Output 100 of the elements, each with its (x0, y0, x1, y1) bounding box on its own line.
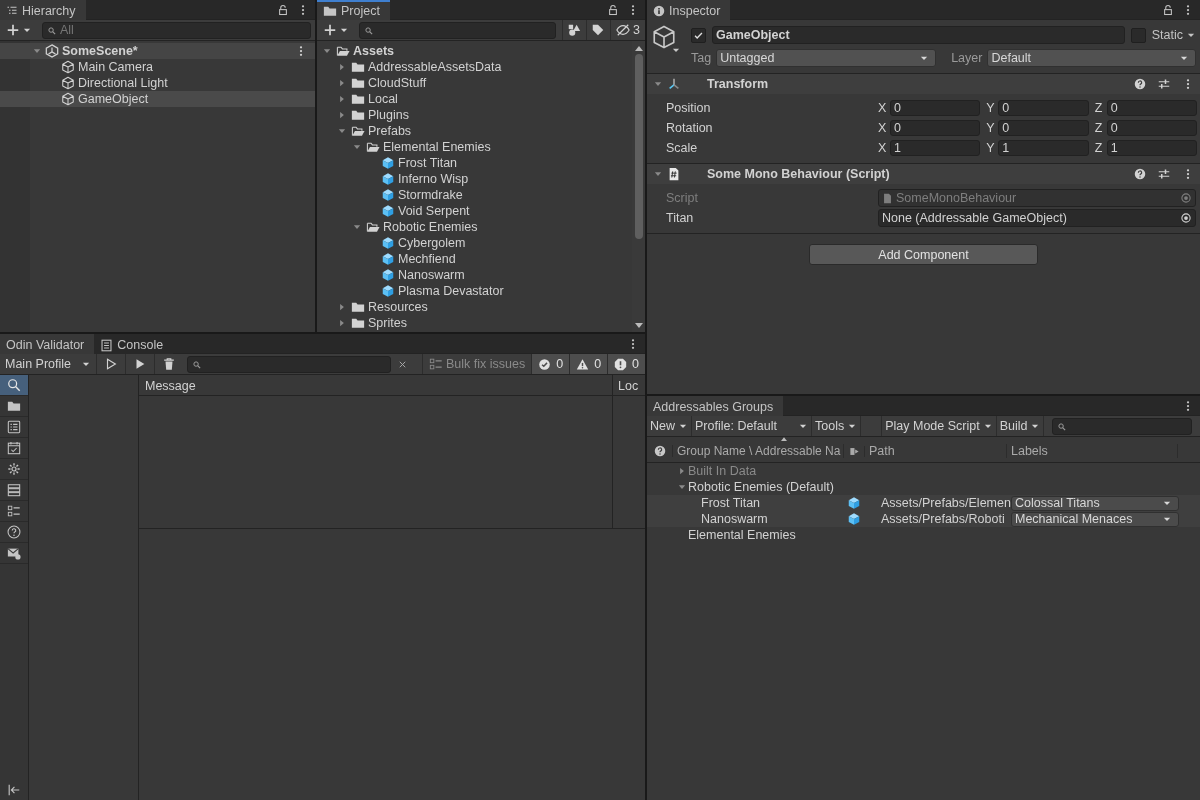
panel-tab[interactable]: Inspector (647, 0, 731, 20)
number-field[interactable]: 0 (890, 120, 981, 136)
number-field[interactable]: 1 (1106, 140, 1197, 156)
number-field[interactable]: 0 (1106, 100, 1197, 116)
column-header[interactable]: Message (139, 375, 612, 395)
tree-item[interactable]: Assets (317, 43, 632, 59)
tree-item[interactable]: Void Serpent (317, 203, 632, 219)
number-field[interactable]: 0 (998, 100, 1089, 116)
static-checkbox[interactable] (1130, 27, 1146, 43)
cube-icon (381, 204, 395, 218)
name-field[interactable]: GameObject (712, 26, 1125, 44)
search-field[interactable]: All (42, 21, 311, 39)
folder-icon (351, 92, 365, 106)
tag-dropdown[interactable]: Untagged (716, 49, 937, 67)
hierarchy-item[interactable]: Directional Light (0, 75, 315, 91)
toolbar-dropdown[interactable]: Profile: Default (692, 416, 812, 436)
help-icon[interactable] (1134, 168, 1146, 180)
number-field[interactable]: 1 (890, 140, 981, 156)
asset-path: Assets/Prefabs/Roboti (880, 512, 1006, 526)
entry-row[interactable]: Frost Titan Assets/Prefabs/Elemen Colossal Titans (647, 495, 1200, 511)
help-icon (7, 525, 21, 539)
tree-item[interactable]: Stormdrake (317, 187, 632, 203)
warning-icon (576, 357, 590, 371)
tree-item[interactable]: CloudStuff (317, 75, 632, 91)
cube-icon (381, 284, 395, 298)
sidebar-button[interactable] (0, 375, 28, 396)
tree-item[interactable]: Plasma Devastator (317, 283, 632, 299)
issue-count-toggle[interactable]: 0 (607, 354, 645, 374)
group-name[interactable]: Elemental Enemies (688, 528, 796, 542)
folder-icon (351, 76, 365, 90)
asset-type-icon (848, 445, 860, 457)
toolbar-dropdown[interactable]: Build (996, 416, 1045, 436)
tree-item[interactable]: Resources (317, 299, 632, 315)
entry-name: Frost Titan (701, 496, 761, 510)
tree-item[interactable]: Local (317, 91, 632, 107)
issue-count-toggle[interactable]: 0 (569, 354, 608, 374)
sliders-icon[interactable] (1158, 168, 1170, 180)
tree-item[interactable]: Plugins (317, 107, 632, 123)
column-header[interactable]: Path (865, 444, 1007, 458)
component-header[interactable]: Transform (647, 74, 1200, 94)
active-checkbox[interactable] (691, 27, 706, 43)
cube-icon (381, 172, 395, 186)
tree-item[interactable]: Nanoswarm (317, 267, 632, 283)
folder-icon (351, 300, 365, 314)
tree-item[interactable]: Inferno Wisp (317, 171, 632, 187)
axis-label: Z (1094, 141, 1104, 155)
number-field[interactable]: 1 (998, 140, 1089, 156)
open-folder-icon (351, 124, 365, 138)
static-dropdown[interactable]: Static (1151, 28, 1196, 42)
hierarchy-item[interactable]: Main Camera (0, 59, 315, 75)
object-picker-icon[interactable] (1180, 212, 1192, 224)
object-field[interactable]: None (Addressable GameObject) (878, 209, 1196, 227)
panel-tab[interactable]: Project (317, 0, 390, 20)
number-field[interactable]: 0 (1106, 120, 1197, 136)
help-icon[interactable] (653, 445, 666, 457)
column-header[interactable]: Labels (1007, 444, 1178, 458)
sidebar-button[interactable] (0, 522, 28, 543)
help-icon[interactable] (1134, 78, 1146, 90)
issue-count-toggle[interactable]: 0 (531, 354, 570, 374)
column-header[interactable]: Loc (612, 375, 645, 395)
lock-icon[interactable] (277, 3, 289, 16)
tree-item[interactable]: AddressableAssetsData (317, 59, 632, 75)
search-field[interactable] (359, 21, 557, 39)
lock-icon[interactable] (607, 3, 619, 16)
hidden-packages-button[interactable]: 3 (610, 20, 645, 40)
toolbar-dropdown[interactable]: Tools (812, 416, 862, 436)
number-field[interactable]: 0 (998, 120, 1089, 136)
component-header[interactable]: Some Mono Behaviour (Script) (647, 164, 1200, 184)
tree-item[interactable]: Sprites (317, 315, 632, 331)
cube-icon (381, 156, 395, 170)
error-icon (614, 357, 628, 371)
number-field[interactable]: 0 (890, 100, 981, 116)
tree-item[interactable]: Mechfiend (317, 251, 632, 267)
tree-item[interactable]: Prefabs (317, 123, 632, 139)
tree-item[interactable]: Robotic Enemies (317, 219, 632, 235)
search-field[interactable] (187, 355, 391, 373)
labels-dropdown[interactable]: Colossal Titans (1011, 495, 1179, 511)
column-header[interactable]: Group Name \ Addressable Na (673, 444, 844, 458)
lock-icon[interactable] (1162, 3, 1174, 16)
toolbar-dropdown[interactable]: New (647, 416, 692, 436)
hierarchy-item[interactable]: GameObject (0, 91, 315, 107)
panel-tab[interactable]: Odin Validator (0, 334, 95, 354)
search-icon (364, 25, 374, 36)
panel-tab[interactable]: Addressables Groups (647, 396, 784, 416)
cube-icon (847, 496, 861, 510)
settings-icon (7, 462, 21, 476)
group-name[interactable]: Robotic Enemies (Default) (688, 480, 834, 494)
tree-item[interactable]: Elemental Enemies (317, 139, 632, 155)
tree-item[interactable]: Frost Titan (317, 155, 632, 171)
add-component-button[interactable]: Add Component (809, 244, 1038, 265)
open-folder-icon (366, 140, 380, 154)
toolbar-dropdown[interactable]: Play Mode Script (882, 416, 997, 436)
entry-row[interactable]: Nanoswarm Assets/Prefabs/Roboti Mechanical Menaces (647, 511, 1200, 527)
tree-item[interactable]: Cybergolem (317, 235, 632, 251)
search-field[interactable] (1052, 417, 1193, 435)
labels-dropdown[interactable]: Mechanical Menaces (1011, 511, 1179, 527)
panel-tab[interactable]: Hierarchy (0, 0, 86, 20)
profile-dropdown[interactable]: Main Profile (0, 354, 96, 374)
sliders-icon[interactable] (1158, 78, 1170, 90)
layer-dropdown[interactable]: Default (987, 49, 1196, 67)
